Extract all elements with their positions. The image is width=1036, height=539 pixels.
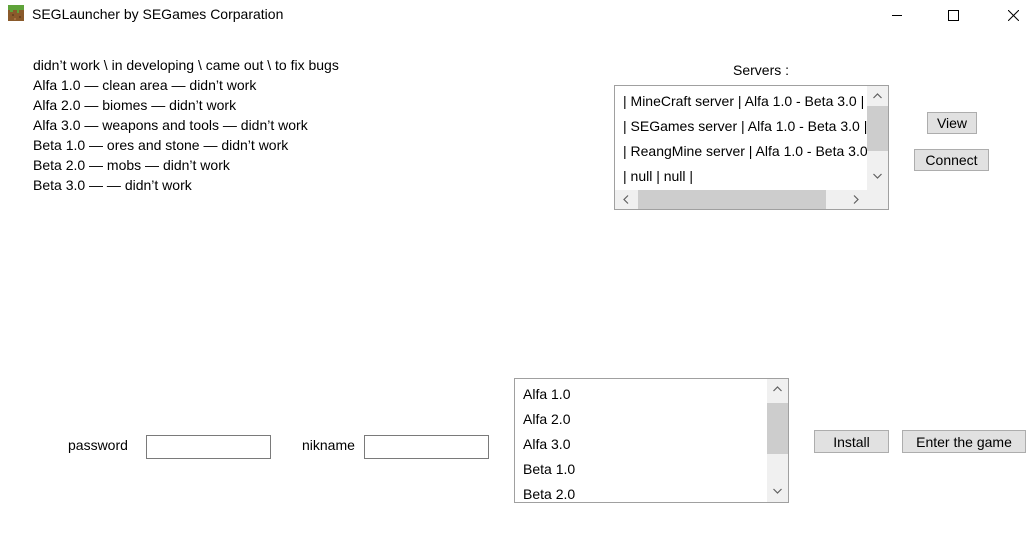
info-line: Alfa 1.0 — clean area — didn’t work (33, 77, 257, 93)
scroll-thumb[interactable] (638, 190, 826, 209)
scroll-thumb[interactable] (767, 403, 788, 454)
minimize-button[interactable] (874, 0, 920, 30)
versions-listbox[interactable]: Alfa 1.0 Alfa 2.0 Alfa 3.0 Beta 1.0 Beta… (514, 378, 789, 503)
servers-listbox[interactable]: | MineCraft server | Alfa 1.0 - Beta 3.0… (614, 85, 889, 210)
versions-vertical-scrollbar[interactable] (767, 379, 788, 502)
server-item[interactable]: | SEGames server | Alfa 1.0 - Beta 3.0 | (623, 118, 867, 134)
scroll-down-icon[interactable] (767, 483, 788, 499)
title-bar: SEGLauncher by SEGames Corparation (0, 0, 1036, 30)
server-item[interactable]: | null | null | (623, 168, 693, 184)
scroll-right-icon[interactable] (847, 190, 864, 209)
info-legend: didn’t work \ in developing \ came out \… (33, 57, 339, 73)
servers-vertical-scrollbar[interactable] (867, 86, 888, 190)
servers-label: Servers : (733, 62, 790, 78)
server-item[interactable]: | ReangMine server | Alfa 1.0 - Beta 3.0… (623, 143, 875, 159)
scroll-down-icon[interactable] (867, 168, 888, 184)
version-item[interactable]: Alfa 3.0 (523, 436, 570, 452)
maximize-button[interactable] (930, 0, 976, 30)
info-line: Alfa 2.0 — biomes — didn’t work (33, 97, 237, 113)
version-item[interactable]: Alfa 1.0 (523, 386, 570, 402)
password-label: password (68, 437, 128, 453)
install-button[interactable]: Install (814, 430, 889, 453)
minimize-icon (892, 10, 902, 20)
servers-horizontal-scrollbar[interactable] (615, 190, 867, 209)
close-button[interactable] (990, 0, 1036, 30)
connect-button[interactable]: Connect (914, 149, 989, 171)
close-icon (1007, 9, 1019, 21)
scrollbar-corner (867, 190, 888, 209)
version-item[interactable]: Alfa 2.0 (523, 411, 570, 427)
nickname-field[interactable] (364, 435, 489, 459)
password-field[interactable] (146, 435, 271, 459)
info-line: Beta 2.0 — mobs — didn’t work (33, 157, 230, 173)
nickname-label: nikname (302, 437, 355, 453)
scroll-thumb[interactable] (867, 106, 888, 151)
scroll-up-icon[interactable] (867, 88, 888, 104)
version-item[interactable]: Beta 2.0 (523, 486, 575, 502)
scroll-up-icon[interactable] (767, 381, 788, 397)
info-line: Alfa 3.0 — weapons and tools — didn’t wo… (33, 117, 308, 133)
info-line: Beta 1.0 — ores and stone — didn’t work (33, 137, 289, 153)
view-button[interactable]: View (927, 112, 977, 134)
window-title: SEGLauncher by SEGames Corparation (32, 6, 284, 22)
scroll-left-icon[interactable] (617, 190, 634, 209)
enter-game-button[interactable]: Enter the game (902, 430, 1026, 453)
server-item[interactable]: | MineCraft server | Alfa 1.0 - Beta 3.0… (623, 93, 864, 109)
grass-block-icon (8, 5, 24, 21)
maximize-icon (947, 9, 959, 21)
version-info: didn’t work \ in developing \ came out \… (33, 55, 339, 195)
info-line: Beta 3.0 — — didn’t work (33, 177, 192, 193)
version-item[interactable]: Beta 1.0 (523, 461, 575, 477)
